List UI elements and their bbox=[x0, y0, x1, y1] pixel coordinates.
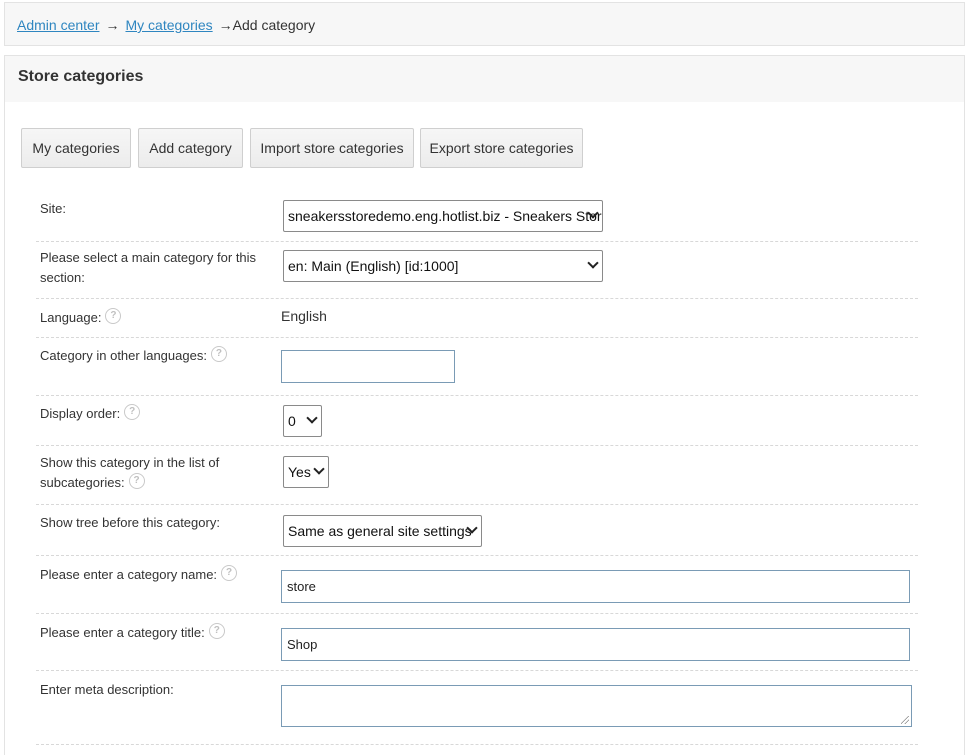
category-title-input[interactable]: Shop bbox=[281, 628, 910, 661]
site-select[interactable]: sneakersstoredemo.eng.hotlist.biz - Snea… bbox=[283, 200, 603, 232]
panel-title: Store categories bbox=[5, 56, 964, 102]
breadcrumb-admin-center[interactable]: Admin center bbox=[17, 17, 99, 33]
help-icon[interactable]: ? bbox=[221, 565, 238, 581]
category-title-label: Please enter a category title: bbox=[40, 625, 205, 640]
other-languages-label: Category in other languages: bbox=[40, 348, 207, 363]
display-order-label: Display order: bbox=[40, 406, 121, 421]
form-row-main-category: Please select a main category for this s… bbox=[36, 241, 918, 299]
meta-description-label: Enter meta description: bbox=[40, 682, 174, 697]
form-row-language: Language:? English bbox=[36, 298, 918, 338]
help-icon[interactable]: ? bbox=[124, 404, 141, 420]
show-tree-value: Same as general site settings bbox=[288, 523, 472, 539]
form-row-display-order: Display order:? 0 bbox=[36, 395, 918, 446]
show-in-subcategories-select[interactable]: Yes bbox=[283, 456, 329, 488]
help-icon[interactable]: ? bbox=[105, 308, 122, 324]
breadcrumb-separator: → bbox=[105, 17, 120, 33]
help-icon[interactable]: ? bbox=[210, 346, 227, 362]
main-category-select[interactable]: en: Main (English) [id:1000] bbox=[283, 250, 603, 282]
meta-description-textarea[interactable] bbox=[281, 685, 912, 727]
form-row-meta-description: Enter meta description: bbox=[36, 670, 918, 745]
resize-handle-icon[interactable] bbox=[901, 716, 909, 724]
form-row-category-title: Please enter a category title:? Shop bbox=[36, 613, 918, 671]
chevron-down-icon bbox=[587, 257, 599, 269]
tab-import-store-categories[interactable]: Import store categories bbox=[250, 128, 414, 168]
help-icon[interactable]: ? bbox=[208, 623, 225, 639]
form-row-site: Site: sneakersstoredemo.eng.hotlist.biz … bbox=[36, 189, 918, 242]
form-row-show-in-subcategories: Show this category in the list of subcat… bbox=[36, 445, 918, 505]
category-name-input[interactable]: store bbox=[281, 570, 910, 603]
main-category-select-value: en: Main (English) [id:1000] bbox=[288, 258, 459, 274]
tab-add-category[interactable]: Add category bbox=[138, 128, 243, 168]
site-select-value: sneakersstoredemo.eng.hotlist.biz - Snea… bbox=[288, 208, 602, 224]
show-tree-select[interactable]: Same as general site settings bbox=[283, 515, 482, 547]
language-value: English bbox=[281, 308, 327, 324]
category-name-label: Please enter a category name: bbox=[40, 567, 218, 582]
form-row-category-name: Please enter a category name:? store bbox=[36, 555, 918, 614]
store-categories-panel: Store categories My categories Add categ… bbox=[4, 55, 965, 755]
other-languages-input[interactable] bbox=[281, 350, 455, 383]
tab-my-categories[interactable]: My categories bbox=[21, 128, 131, 168]
chevron-down-icon bbox=[306, 412, 318, 424]
site-label: Site: bbox=[40, 201, 67, 216]
breadcrumb-current: Add category bbox=[232, 17, 316, 33]
display-order-select[interactable]: 0 bbox=[283, 405, 322, 437]
help-icon[interactable]: ? bbox=[128, 473, 145, 489]
breadcrumb: Admin center → My categories →Add category bbox=[4, 2, 965, 46]
main-category-label: Please select a main category for this s… bbox=[40, 250, 257, 285]
show-tree-label: Show tree before this category: bbox=[40, 515, 220, 530]
form-row-other-languages: Category in other languages:? bbox=[36, 337, 918, 396]
chevron-down-icon bbox=[313, 463, 325, 475]
tab-export-store-categories[interactable]: Export store categories bbox=[420, 128, 583, 168]
show-in-subcategories-value: Yes bbox=[288, 464, 311, 480]
breadcrumb-separator: → bbox=[218, 17, 233, 33]
language-label: Language: bbox=[40, 310, 102, 325]
display-order-value: 0 bbox=[288, 413, 296, 429]
breadcrumb-my-categories[interactable]: My categories bbox=[125, 17, 212, 33]
form-row-show-tree: Show tree before this category: Same as … bbox=[36, 504, 918, 556]
